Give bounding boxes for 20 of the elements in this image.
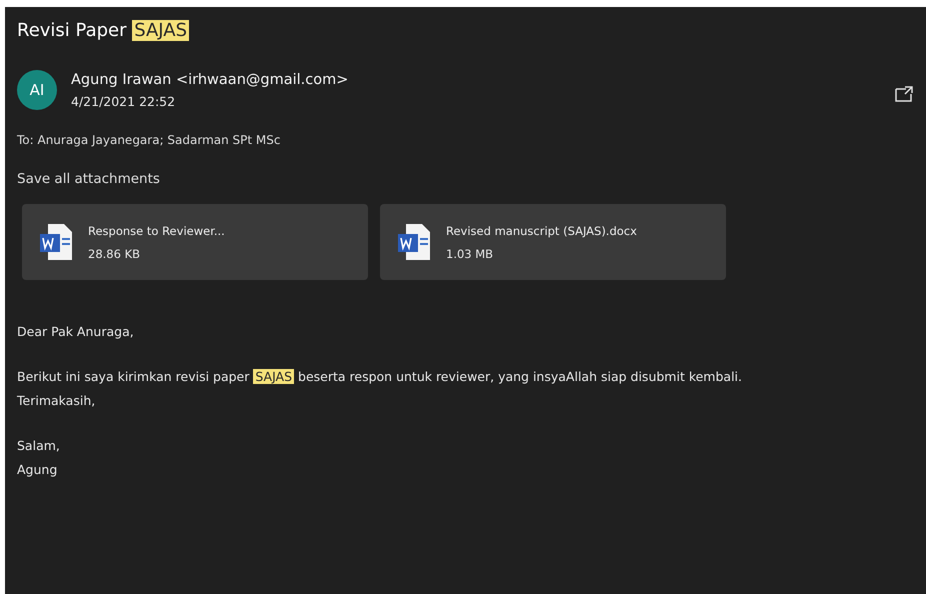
attachment-size: 28.86 KB xyxy=(88,246,142,260)
word-document-icon xyxy=(396,222,432,262)
save-all-attachments-link[interactable]: Save all attachments xyxy=(17,171,160,187)
attachment-name: Revised manuscript (SAJAS).docx xyxy=(446,224,637,238)
attachment-size: 1.03 MB xyxy=(446,246,494,260)
attachment-name: Response to Reviewer... xyxy=(88,224,225,238)
avatar: AI xyxy=(17,70,57,110)
body-text: Berikut ini saya kirimkan revisi paper SAJAS beserta respon untuk reviewer, yang insyaAllah siap disubmit kembali. xyxy=(17,368,743,386)
body-text: Agung xyxy=(17,461,58,479)
popout-icon[interactable] xyxy=(894,85,914,103)
word-document-icon xyxy=(38,222,74,262)
sender-name: Agung Irawan <irhwaan@gmail.com> xyxy=(71,72,348,88)
body-text: Terimakasih, xyxy=(17,392,96,410)
body-text: Salam, xyxy=(17,437,61,455)
email-subject: Revisi Paper SAJAS xyxy=(17,19,190,43)
attachment-card[interactable]: Revised manuscript (SAJAS).docx 1.03 MB xyxy=(380,204,726,280)
recipients: To: Anuraga Jayanegara; Sadarman SPt MSc xyxy=(17,133,282,147)
body-text: Dear Pak Anuraga, xyxy=(17,323,135,341)
sent-date: 4/21/2021 22:52 xyxy=(71,94,176,108)
attachment-card[interactable]: Response to Reviewer... 28.86 KB xyxy=(22,204,368,280)
